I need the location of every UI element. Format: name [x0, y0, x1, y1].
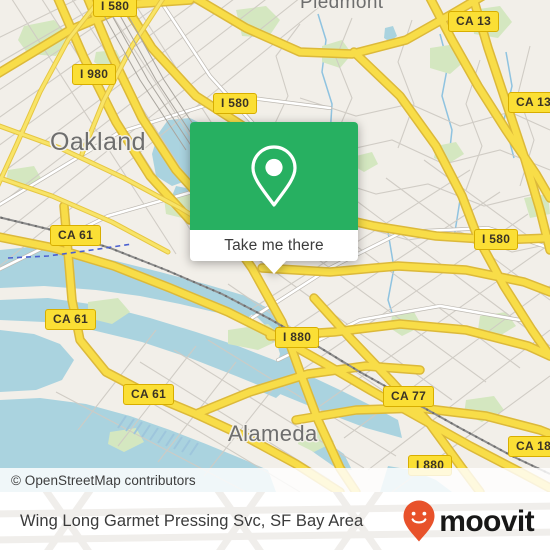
moovit-wordmark: moovit	[439, 505, 534, 538]
route-shield-i580-mid[interactable]: I 580	[213, 93, 258, 114]
route-shield-i980[interactable]: I 980	[72, 64, 117, 85]
route-shield-ca61-north[interactable]: CA 61	[50, 225, 102, 246]
route-shield-ca77[interactable]: CA 77	[383, 386, 435, 407]
route-shield-ca61-west[interactable]: CA 61	[45, 309, 97, 330]
screenshot-root: Piedmont Oakland Alameda I 580 I 980 I 5…	[0, 0, 550, 550]
route-shield-ca185[interactable]: CA 185	[508, 436, 550, 457]
route-shield-i580-east[interactable]: I 580	[474, 229, 519, 250]
page-title: Wing Long Garmet Pressing Svc, SF Bay Ar…	[20, 492, 363, 550]
popup-header	[190, 122, 358, 230]
route-shield-i580-north[interactable]: I 580	[93, 0, 138, 17]
moovit-brand[interactable]: moovit	[402, 492, 535, 550]
page-title-text: Wing Long Garmet Pressing Svc, SF Bay Ar…	[20, 511, 364, 530]
moovit-smiley-pin-icon	[403, 500, 435, 542]
footer-bar: Wing Long Garmet Pressing Svc, SF Bay Ar…	[0, 492, 550, 550]
location-popup-card[interactable]: Take me there	[190, 122, 358, 274]
popup-pointer-tail	[261, 260, 287, 274]
route-shield-ca13-north[interactable]: CA 13	[448, 11, 500, 32]
take-me-there-label: Take me there	[224, 236, 324, 254]
attribution-text[interactable]: © OpenStreetMap contributors	[11, 473, 196, 488]
route-shield-ca61-south[interactable]: CA 61	[123, 384, 175, 405]
route-shield-ca13-east[interactable]: CA 13	[508, 92, 550, 113]
popup-footer[interactable]: Take me there	[190, 230, 358, 274]
map-canvas[interactable]: Piedmont Oakland Alameda I 580 I 980 I 5…	[0, 0, 550, 492]
route-shield-i880-mid[interactable]: I 880	[275, 327, 320, 348]
map-attribution-bar: © OpenStreetMap contributors	[0, 468, 550, 492]
map-pin-icon	[251, 145, 297, 207]
